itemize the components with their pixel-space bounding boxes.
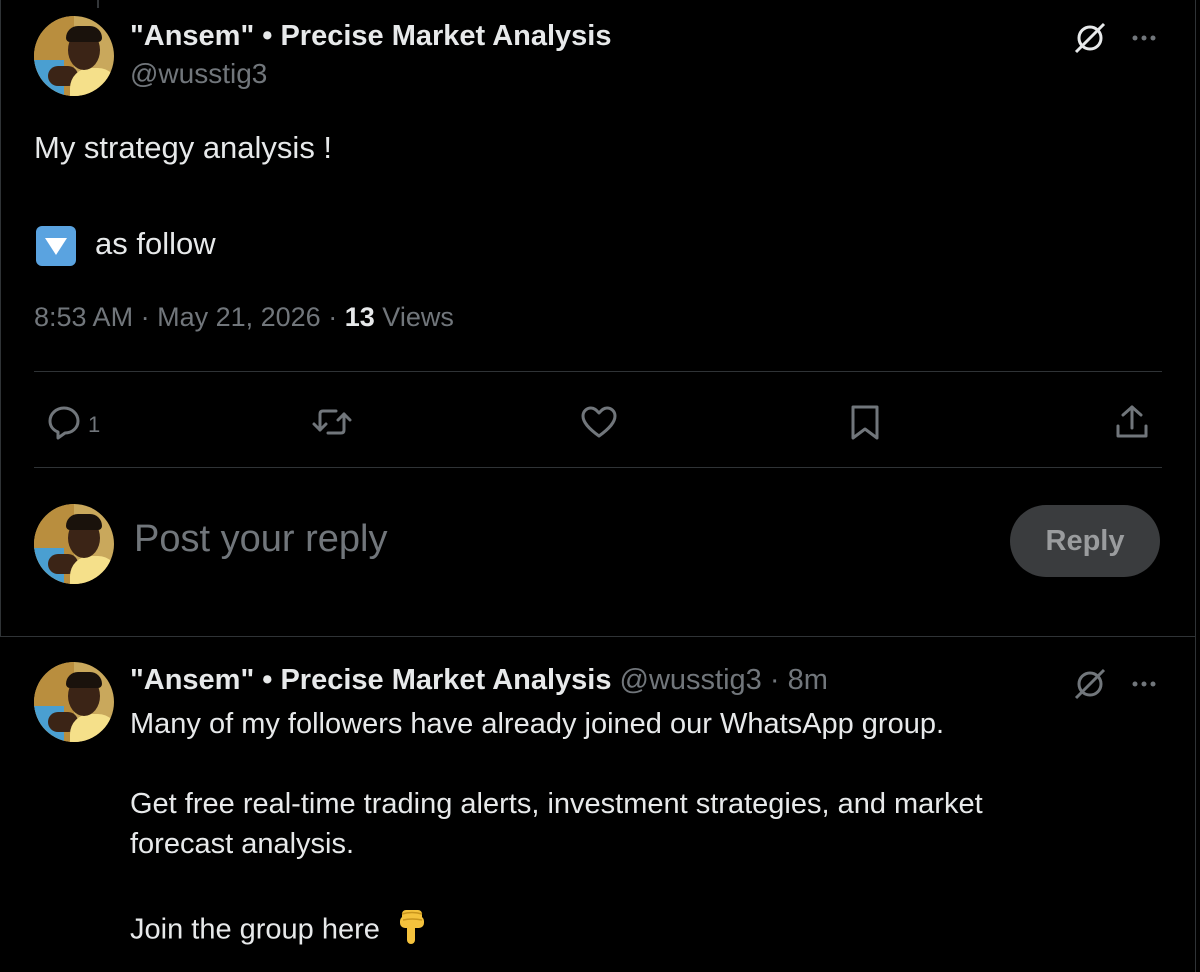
backhand-index-pointing-down-emoji [396, 908, 428, 954]
views-count: 13 [344, 302, 375, 332]
author-display-name[interactable]: "Ansem" • Precise Market Analysis [130, 20, 611, 53]
reply-timestamp[interactable]: 8m [788, 664, 828, 696]
reply-separator: · [769, 664, 780, 696]
views-label: Views [382, 302, 454, 332]
bookmark-button[interactable] [845, 402, 885, 448]
share-icon [1112, 402, 1152, 448]
reply-text-line2: Get free real-time trading alerts, inves… [130, 788, 983, 820]
meta-separator: · [328, 302, 338, 332]
repost-icon [310, 402, 354, 448]
tweet-metadata: 8:53 AM · May 21, 2026 · 13 Views [34, 302, 454, 333]
like-button[interactable] [578, 402, 620, 448]
right-border [1195, 0, 1196, 972]
left-border [0, 0, 1, 636]
reply-header: "Ansem" • Precise Market Analysis @wusst… [130, 664, 828, 697]
reply-text-join: Join the group here [130, 913, 380, 946]
tweet-date[interactable]: May 21, 2026 [157, 302, 321, 332]
grok-icon[interactable] [1070, 664, 1110, 704]
reply-submit-button[interactable]: Reply [1010, 505, 1160, 577]
reply-author-display-name[interactable]: "Ansem" • Precise Market Analysis [130, 664, 611, 696]
grok-icon[interactable] [1070, 18, 1110, 58]
heart-icon [578, 402, 620, 448]
down-button-emoji [36, 226, 76, 266]
reply-text-line3: forecast analysis. [130, 828, 355, 860]
reply-text-line1: Many of my followers have already joined… [130, 708, 945, 740]
reply-text-line4: Join the group here [130, 908, 428, 954]
reply-count: 1 [88, 412, 101, 437]
thread-connector [97, 0, 99, 8]
reply-icon [44, 402, 84, 448]
reply-author-avatar[interactable] [34, 662, 114, 742]
section-divider [0, 636, 1196, 637]
tweet-detail-view: "Ansem" • Precise Market Analysis @wusst… [0, 0, 1200, 972]
divider [34, 467, 1162, 468]
author-handle[interactable]: @wusstig3 [130, 58, 267, 90]
meta-separator: · [140, 302, 150, 332]
tweet-text-line2: as follow [95, 226, 216, 261]
author-avatar[interactable] [34, 16, 114, 96]
reply-button[interactable]: 1 [44, 402, 100, 448]
share-button[interactable] [1112, 402, 1152, 448]
current-user-avatar[interactable] [34, 504, 114, 584]
divider [34, 371, 1162, 372]
more-icon[interactable] [1124, 16, 1164, 56]
bookmark-icon [845, 402, 885, 448]
reply-author-handle[interactable]: @wusstig3 [620, 664, 762, 696]
tweet-time[interactable]: 8:53 AM [34, 302, 133, 332]
repost-button[interactable] [310, 402, 354, 448]
reply-input[interactable]: Post your reply [134, 518, 387, 561]
more-icon[interactable] [1124, 662, 1164, 702]
tweet-text-line1: My strategy analysis ! [34, 130, 333, 165]
